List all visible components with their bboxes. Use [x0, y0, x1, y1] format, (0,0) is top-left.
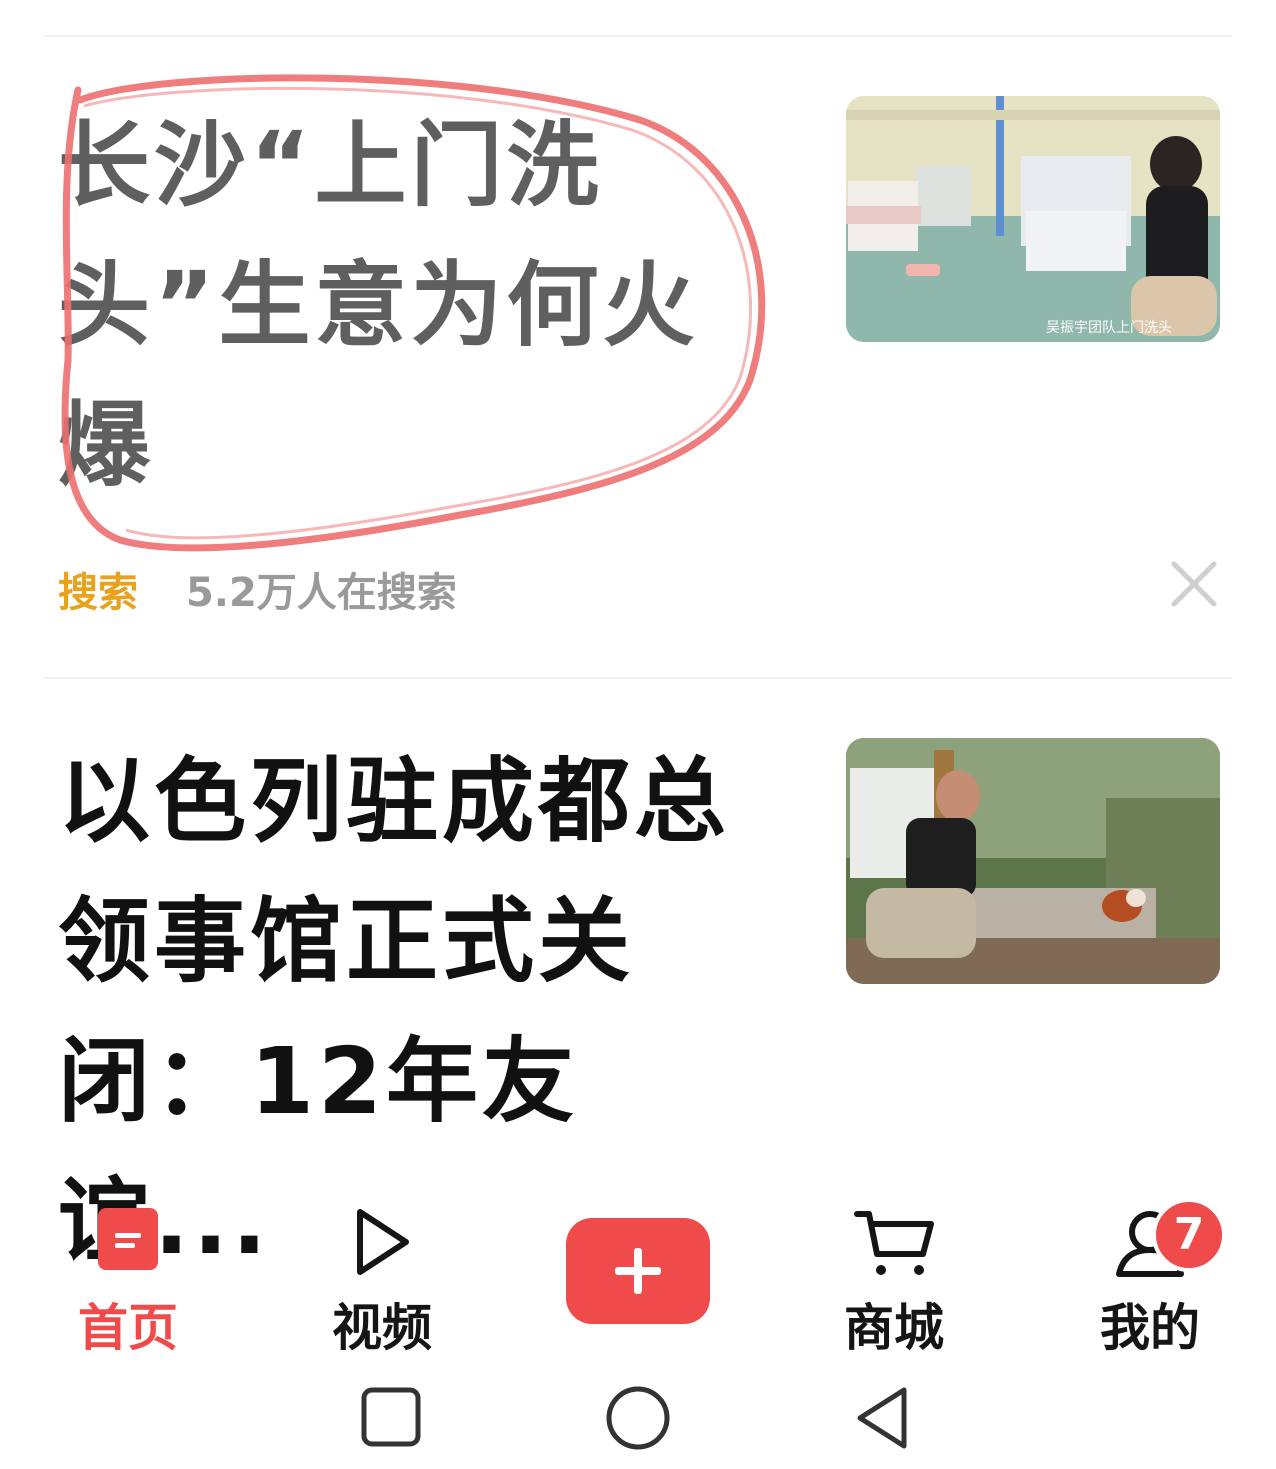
tab-video-label: 视频 [332, 1299, 432, 1357]
cart-icon [854, 1211, 934, 1275]
news-thumbnail-2[interactable] [846, 738, 1220, 984]
plus-icon [615, 1248, 661, 1294]
home-icon[interactable] [604, 1384, 672, 1452]
tab-home-label: 首页 [78, 1299, 178, 1357]
tab-home[interactable]: 首页 [58, 1196, 198, 1366]
recents-icon[interactable] [360, 1386, 422, 1448]
system-nav-bar [0, 1376, 1276, 1469]
tab-profile-label: 我的 [1100, 1299, 1200, 1357]
news-card-2[interactable]: 以色列驻成都总领事馆正式关闭：12年友谊... [0, 678, 1276, 1275]
back-icon[interactable] [852, 1384, 912, 1452]
hospital-ward-image: 吴振宇团队上门洗头 [846, 96, 1220, 342]
dismiss-button[interactable] [1166, 556, 1222, 612]
tab-mall-label: 商城 [844, 1299, 944, 1357]
tab-video[interactable]: 视频 [312, 1196, 452, 1366]
play-icon [357, 1209, 409, 1275]
news-meta-1: 搜索 5.2万人在搜索 [58, 560, 457, 618]
news-title-1[interactable]: 长沙“上门洗头”生意为何火爆 [58, 96, 778, 516]
thumbnail-caption: 吴振宇团队上门洗头 [1046, 320, 1172, 336]
red-panda-park-image [846, 738, 1220, 984]
search-tag[interactable]: 搜索 [58, 570, 138, 616]
close-icon [1171, 561, 1217, 607]
search-count: 5.2万人在搜索 [185, 570, 457, 616]
publish-button[interactable] [566, 1218, 710, 1324]
tab-mall[interactable]: 商城 [824, 1196, 964, 1366]
news-thumbnail-1[interactable]: 吴振宇团队上门洗头 [846, 96, 1220, 342]
news-card-1[interactable]: 长沙“上门洗头”生意为何火爆 吴振宇团队上门洗头 搜索 5.2万人在搜索 [0, 0, 1276, 678]
notification-badge: 7 [1152, 1198, 1226, 1272]
home-news-icon [98, 1208, 158, 1270]
